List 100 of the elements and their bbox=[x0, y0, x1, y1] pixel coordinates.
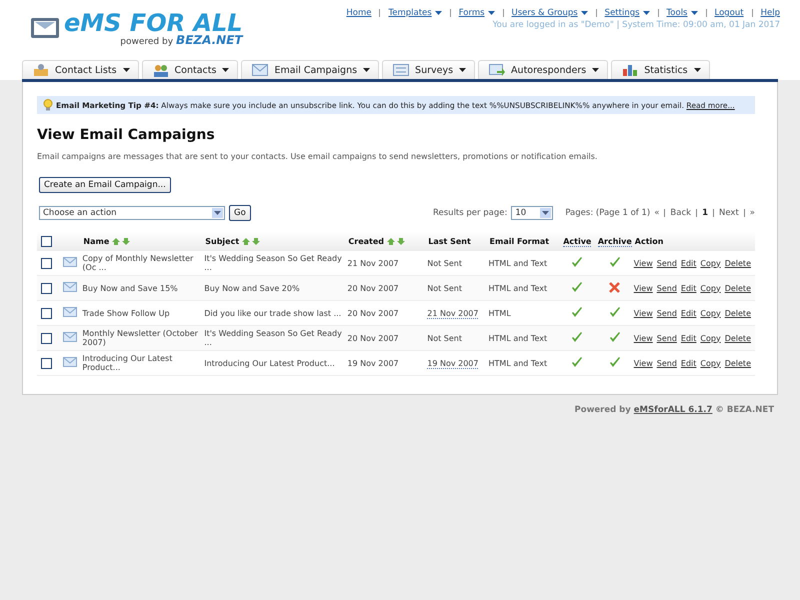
cross-icon[interactable] bbox=[609, 282, 620, 292]
sort-arrows-icon[interactable] bbox=[387, 238, 406, 245]
sort-arrows-icon[interactable] bbox=[242, 238, 260, 245]
campaign-name: Introducing Our Latest Product... bbox=[82, 354, 172, 372]
action-link[interactable]: View bbox=[634, 334, 653, 342]
caret-icon bbox=[459, 68, 466, 72]
back-link[interactable]: Back bbox=[670, 208, 692, 218]
nav-link[interactable]: Settings bbox=[604, 8, 650, 18]
action-link[interactable]: View bbox=[634, 358, 653, 368]
action-link[interactable]: Copy bbox=[700, 358, 721, 368]
action-link[interactable]: Delete bbox=[724, 308, 751, 318]
action-link[interactable]: Copy bbox=[700, 258, 721, 268]
people-icon bbox=[33, 63, 49, 77]
last-sent-link[interactable]: 21 Nov 2007 bbox=[427, 308, 478, 318]
last-sent: Not Sent bbox=[427, 284, 462, 292]
action-link[interactable]: Send bbox=[656, 284, 677, 292]
go-button[interactable]: Go bbox=[229, 205, 251, 221]
checkmark-icon[interactable] bbox=[608, 332, 621, 342]
created-date: 20 Nov 2007 bbox=[347, 284, 399, 292]
action-link[interactable]: Send bbox=[656, 308, 677, 318]
row-checkbox[interactable] bbox=[41, 358, 52, 368]
email-format: HTML bbox=[488, 308, 511, 318]
action-link[interactable]: Send bbox=[656, 334, 677, 342]
powered-by-text: powered by bbox=[120, 37, 174, 47]
menu-tab[interactable]: Email Campaigns bbox=[241, 60, 380, 79]
action-select[interactable]: Choose an action bbox=[39, 206, 225, 220]
next-link[interactable]: Next bbox=[718, 208, 739, 218]
action-link[interactable]: Edit bbox=[680, 358, 696, 368]
caret-icon bbox=[488, 11, 495, 15]
column-header: Active bbox=[563, 236, 592, 246]
action-link[interactable]: View bbox=[634, 284, 653, 292]
row-checkbox[interactable] bbox=[41, 258, 52, 268]
action-link[interactable]: Delete bbox=[724, 258, 751, 268]
checkmark-icon[interactable] bbox=[608, 256, 621, 268]
row-checkbox[interactable] bbox=[41, 332, 52, 344]
caret-icon bbox=[363, 68, 370, 72]
nav-link[interactable]: Templates bbox=[388, 8, 442, 18]
action-link[interactable]: Edit bbox=[680, 334, 696, 342]
nav-link[interactable]: Logout bbox=[714, 8, 744, 18]
sort-arrows-icon[interactable] bbox=[112, 238, 130, 245]
action-link[interactable]: Copy bbox=[700, 308, 721, 318]
email-format: HTML and Text bbox=[488, 284, 548, 292]
envelope-icon bbox=[62, 257, 77, 267]
menu-tab[interactable]: Surveys bbox=[382, 60, 476, 79]
row-checkbox[interactable] bbox=[41, 282, 52, 294]
menu-tab[interactable]: Contacts bbox=[142, 60, 238, 79]
checkmark-icon[interactable] bbox=[608, 306, 621, 318]
row-checkbox[interactable] bbox=[41, 308, 52, 318]
campaign-subject: Did you like our trade show last ... bbox=[204, 308, 342, 318]
column-header[interactable]: Subject bbox=[205, 236, 240, 246]
action-link[interactable]: Edit bbox=[680, 308, 696, 318]
checkmark-icon[interactable] bbox=[571, 282, 584, 292]
action-link[interactable]: Send bbox=[656, 358, 677, 368]
select-all-checkbox[interactable] bbox=[41, 236, 52, 246]
checkmark-icon[interactable] bbox=[571, 256, 584, 268]
action-link[interactable]: View bbox=[634, 308, 653, 318]
caret-icon bbox=[642, 11, 650, 15]
column-header[interactable]: Name bbox=[83, 236, 110, 246]
pages-label: Pages: (Page 1 of 1) bbox=[565, 208, 650, 218]
action-link[interactable]: Edit bbox=[680, 284, 696, 292]
checkmark-icon[interactable] bbox=[608, 356, 621, 368]
action-link[interactable]: Delete bbox=[724, 284, 751, 292]
menu-tab[interactable]: Statistics bbox=[611, 60, 710, 79]
create-campaign-button[interactable]: Create an Email Campaign... bbox=[39, 177, 171, 193]
bar-chart-icon bbox=[622, 64, 638, 76]
menu-tab[interactable]: Autoresponders bbox=[478, 60, 608, 79]
version-link[interactable]: eMSforALL 6.1.7 bbox=[634, 405, 712, 415]
action-link[interactable]: Delete bbox=[724, 358, 751, 368]
nav-link[interactable]: Users & Groups bbox=[512, 8, 588, 18]
created-date: 20 Nov 2007 bbox=[347, 308, 399, 318]
first-page-link[interactable]: « bbox=[654, 208, 660, 218]
caret-icon bbox=[690, 11, 698, 15]
results-per-page-select[interactable]: 10 bbox=[511, 206, 554, 220]
login-status: You are logged in as "Demo" | System Time: 09:00 am, 01 Jan 2017 bbox=[492, 20, 780, 30]
checkmark-icon[interactable] bbox=[571, 306, 584, 318]
action-link[interactable]: Copy bbox=[700, 334, 721, 342]
campaign-subject: Buy Now and Save 20% bbox=[204, 284, 300, 292]
nav-link[interactable]: Tools bbox=[666, 8, 698, 18]
current-page: 1 bbox=[702, 208, 708, 218]
checkmark-icon[interactable] bbox=[571, 332, 584, 342]
caret-icon bbox=[694, 68, 701, 72]
page-description: Email campaigns are messages that are sent to your contacts. Use email campaigns to send newsletters, promotions or notification emails. bbox=[37, 152, 598, 161]
last-page-link[interactable]: » bbox=[750, 208, 755, 218]
lightbulb-icon bbox=[43, 99, 53, 111]
nav-link[interactable]: Help bbox=[760, 8, 780, 18]
nav-link[interactable]: Forms bbox=[458, 8, 495, 18]
envelope-icon bbox=[62, 357, 77, 367]
nav-link[interactable]: Home bbox=[346, 8, 372, 18]
checkmark-icon[interactable] bbox=[571, 356, 584, 368]
action-link[interactable]: Edit bbox=[680, 258, 696, 268]
campaign-name: Trade Show Follow Up bbox=[82, 308, 170, 318]
menu-tab[interactable]: Contact Lists bbox=[22, 60, 139, 79]
caret-icon bbox=[592, 68, 600, 72]
last-sent-link[interactable]: 19 Nov 2007 bbox=[427, 358, 478, 368]
action-link[interactable]: Delete bbox=[724, 334, 751, 342]
column-header: Action bbox=[634, 236, 664, 246]
action-link[interactable]: Copy bbox=[700, 284, 721, 292]
action-link[interactable]: View bbox=[634, 258, 653, 268]
campaign-name: Copy of Monthly Newsletter (Oc ... bbox=[82, 254, 194, 272]
action-link[interactable]: Send bbox=[656, 258, 677, 268]
